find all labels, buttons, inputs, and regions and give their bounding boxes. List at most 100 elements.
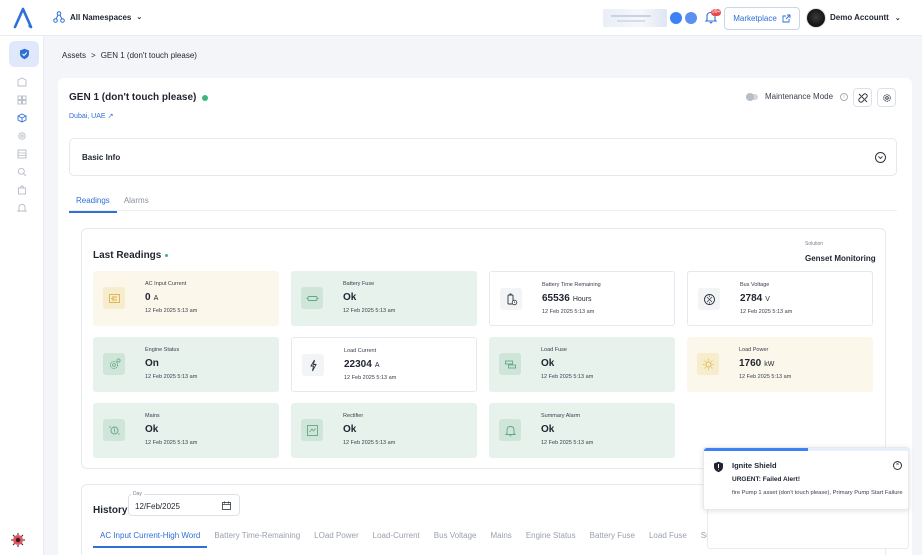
sidebar-item-security[interactable] [9, 41, 39, 67]
sidebar-item-store[interactable] [17, 185, 27, 195]
toast-message: fire Pump 1 asset (don't touch please), … [732, 490, 903, 496]
reading-value: Ok [343, 424, 357, 435]
reading-card-load-fuse[interactable]: Load Fuse Ok 12 Feb 2025 5:13 am [489, 337, 675, 392]
readings-title: Last Readings [93, 250, 169, 261]
history-tab-load-fuse[interactable]: Load Fuse [642, 525, 694, 548]
day-date-picker[interactable]: 12/Feb/2025 [128, 494, 240, 516]
chevron-down-icon: ⌄ [894, 14, 901, 22]
day-label: Day [131, 491, 144, 497]
reading-card-bus-voltage[interactable]: Bus Voltage 2784 V 12 Feb 2025 5:13 am [687, 271, 873, 326]
history-tab-load-power[interactable]: LOad Power [307, 525, 365, 548]
history-tab-ac-input-current[interactable]: AC Input Current-High Word [93, 525, 208, 548]
cube-icon [17, 113, 27, 123]
day-value: 12/Feb/2025 [135, 502, 180, 511]
sidebar-item-assets[interactable] [17, 113, 27, 123]
bug-logo-icon[interactable] [10, 532, 26, 548]
location-link[interactable]: Dubai, UAE ↗ [69, 112, 114, 121]
basic-info-label: Basic Info [82, 153, 121, 162]
maintenance-toggle[interactable] [746, 92, 758, 101]
history-tab-battery-fuse[interactable]: Battery Fuse [583, 525, 642, 548]
reading-value: 1760 kW [739, 358, 775, 369]
avatar[interactable] [806, 8, 826, 28]
battery-clock-icon [500, 288, 522, 310]
reading-value: On [145, 358, 159, 369]
history-tab-battery-time[interactable]: Battery Time-Remaining [207, 525, 307, 548]
gear-icon [882, 93, 891, 102]
info-icon[interactable]: i [840, 92, 849, 101]
arrow-up-right-icon: ↗ [107, 113, 114, 120]
sidebar-item-alerts[interactable] [16, 203, 28, 213]
settings-circle-icon[interactable] [685, 12, 697, 24]
reading-card-load-power[interactable]: Load Power 1760 kW 12 Feb 2025 5:13 am [687, 337, 873, 392]
history-tab-engine-status[interactable]: Engine Status [519, 525, 583, 548]
history-tab-mains[interactable]: Mains [483, 525, 518, 548]
reading-label: Load Current [344, 348, 377, 354]
namespace-icon [53, 11, 65, 23]
unlink-button[interactable] [853, 88, 872, 107]
sidebar-item-dashboard[interactable] [17, 95, 27, 105]
basic-info-accordion[interactable]: Basic Info [69, 138, 897, 176]
breadcrumb-current: GEN 1 (don't touch please) [100, 51, 197, 60]
reading-label: Engine Status [145, 347, 180, 353]
readings-section: Last Readings Solution Genset Monitoring… [81, 228, 886, 469]
namespace-label: All Namespaces [70, 12, 132, 22]
history-tabs: AC Input Current-High Word Battery Time-… [93, 525, 731, 548]
bag-icon [18, 185, 26, 195]
rectifier-icon [301, 419, 323, 441]
reading-value: 0A [145, 292, 159, 303]
reading-card-battery-fuse[interactable]: Battery Fuse Ok 12 Feb 2025 5:13 am [291, 271, 477, 326]
lightning-icon [302, 354, 324, 376]
reading-card-load-current[interactable]: Load Current 22304 A 12 Feb 2025 5:13 am [291, 337, 477, 392]
bell-icon [16, 204, 28, 212]
solution-value: Genset Monitoring [805, 254, 876, 263]
breadcrumb-separator: > [91, 51, 96, 60]
reading-time: 12 Feb 2025 5:13 am [145, 374, 198, 380]
namespace-selector[interactable]: All Namespaces ⌄ [53, 11, 142, 23]
building-icon [17, 77, 27, 87]
reading-time: 12 Feb 2025 5:13 am [343, 440, 396, 446]
reading-label: Load Power [739, 347, 769, 353]
table-icon [17, 149, 27, 159]
reading-value: 65536 Hours [542, 293, 592, 304]
fuse-icon [301, 287, 323, 309]
reading-card-ac-input-current[interactable]: AC Input Current 0A 12 Feb 2025 5:13 am [93, 271, 279, 326]
location-text: Dubai, UAE [69, 112, 106, 120]
gear-icon [18, 132, 26, 140]
reading-card-rectifier[interactable]: Rectifier Ok 12 Feb 2025 5:13 am [291, 403, 477, 458]
reading-value: Ok [145, 424, 159, 435]
breadcrumb-assets[interactable]: Assets [62, 51, 86, 60]
chevron-down-icon: ⌄ [136, 14, 143, 21]
notification-badge: 99+ [711, 9, 722, 16]
reading-time: 12 Feb 2025 5:13 am [541, 374, 594, 380]
mains-icon [103, 419, 125, 441]
reading-card-engine-status[interactable]: Engine Status On 12 Feb 2025 5:13 am [93, 337, 279, 392]
sidebar-item-reports[interactable] [17, 149, 27, 159]
reading-value: 22304 A [344, 359, 380, 370]
sidebar [0, 36, 44, 555]
reading-card-summary-alarm[interactable]: Summary Alarm Ok 12 Feb 2025 5:13 am [489, 403, 675, 458]
alert-toast[interactable]: Ignite Shield × URGENT: Failed Alert! fi… [703, 447, 910, 510]
banner-thumbnail[interactable] [603, 9, 667, 27]
marketplace-button[interactable]: Marketplace [724, 7, 800, 30]
load-fuse-icon [499, 353, 521, 375]
maintenance-mode: Maintenance Mode i [746, 92, 849, 101]
settings-button[interactable] [877, 88, 896, 107]
shield-icon [19, 48, 29, 60]
sidebar-item-settings[interactable] [17, 131, 27, 141]
close-icon[interactable]: × [893, 461, 902, 470]
reading-card-battery-time-remaining[interactable]: Battery Time Remaining 65536 Hours 12 Feb… [489, 271, 675, 326]
history-tab-bus-voltage[interactable]: Bus Voltage [427, 525, 484, 548]
translate-icon[interactable] [670, 12, 682, 24]
reading-label: Mains [145, 413, 160, 419]
history-tab-load-current[interactable]: Load-Current [366, 525, 427, 548]
account-menu[interactable]: Demo Accountt ⌄ [830, 13, 901, 22]
sidebar-item-buildings[interactable] [17, 77, 27, 87]
readings-title-text: Last Readings [93, 250, 162, 261]
reading-card-mains[interactable]: Mains Ok 12 Feb 2025 5:13 am [93, 403, 279, 458]
status-dot [202, 94, 209, 101]
calendar-icon [222, 501, 231, 510]
reading-label: AC Input Current [145, 281, 187, 287]
sidebar-item-search[interactable] [17, 167, 27, 177]
app-logo-icon[interactable] [13, 7, 33, 29]
alarm-bell-icon [499, 419, 521, 441]
